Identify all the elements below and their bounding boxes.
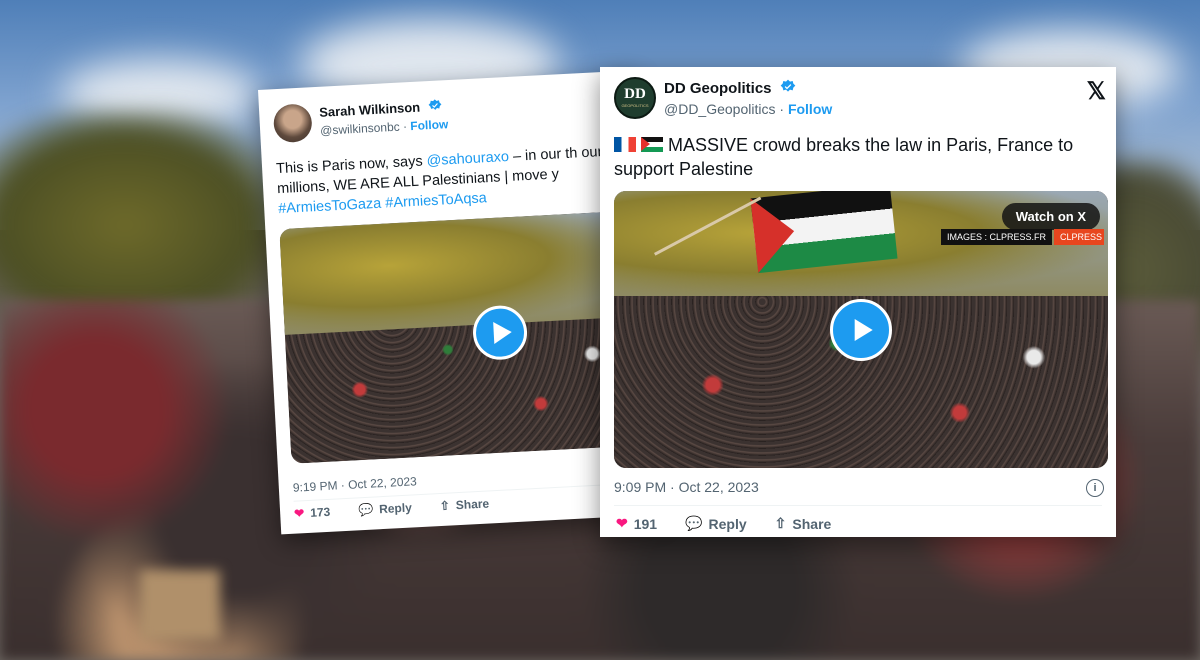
- video-thumbnail[interactable]: [279, 210, 652, 464]
- reply-icon: 💬: [685, 515, 703, 531]
- like-button[interactable]: ❤ 173: [294, 505, 331, 521]
- reply-button[interactable]: 💬 Reply: [358, 501, 412, 518]
- tweet-timestamp[interactable]: 9:09 PM · Oct 22, 2023: [614, 479, 759, 495]
- play-button[interactable]: [830, 299, 892, 361]
- reply-label: Reply: [378, 500, 413, 517]
- tweet-card-dd-geopolitics[interactable]: DD GEOPOLITICS DD Geopolitics @DD_Geopol…: [600, 67, 1116, 537]
- follow-button[interactable]: Follow: [788, 101, 832, 117]
- info-icon[interactable]: i: [1086, 479, 1104, 497]
- author-handle[interactable]: @swilkinsonbc: [320, 120, 400, 138]
- france-flag-icon: [614, 137, 636, 152]
- author-handle-row: @swilkinsonbc · Follow: [320, 117, 449, 138]
- like-button[interactable]: ❤ 191: [616, 515, 657, 532]
- image-credit: IMAGES : CLPRESS.FR: [940, 229, 1052, 245]
- hashtag-armiestogaza[interactable]: #ArmiesToGaza: [278, 196, 382, 217]
- verified-badge-icon: [780, 79, 796, 92]
- share-label: Share: [792, 515, 832, 532]
- palestine-flag-icon: [641, 137, 664, 152]
- heart-icon: ❤: [616, 515, 628, 531]
- watch-on-x-button[interactable]: Watch on X: [1001, 203, 1100, 230]
- tweet-text: MASSIVE crowd breaks the law in Paris, F…: [614, 135, 1074, 179]
- share-button[interactable]: ⇧ Share: [775, 515, 832, 532]
- x-logo-icon[interactable]: 𝕏: [1087, 77, 1106, 106]
- avatar[interactable]: DD GEOPOLITICS: [614, 77, 656, 119]
- separator: ·: [779, 101, 785, 117]
- mention-link[interactable]: @sahouraxo: [426, 149, 509, 169]
- reply-button[interactable]: 💬 Reply: [685, 515, 747, 532]
- share-button[interactable]: ⇧ Share: [439, 496, 489, 513]
- reply-label: Reply: [708, 515, 747, 532]
- author-handle[interactable]: @DD_Geopolitics: [664, 101, 775, 117]
- tweet-actions: ❤ 191 💬 Reply ⇧ Share: [616, 515, 859, 532]
- like-count: 191: [633, 515, 658, 532]
- hashtag-armiestoaqsa[interactable]: #ArmiesToAqsa: [385, 190, 487, 211]
- verified-badge-icon: [428, 99, 442, 110]
- tweet-text: This is Paris now, says @sahouraxo – in …: [275, 144, 603, 218]
- share-icon: ⇧: [439, 498, 451, 514]
- avatar-subtext: GEOPOLITICS: [621, 103, 649, 108]
- like-count: 173: [309, 504, 331, 520]
- heart-icon: ❤: [293, 506, 305, 521]
- palestine-flag-image: [750, 191, 898, 274]
- share-icon: ⇧: [774, 515, 787, 531]
- separator: ·: [402, 119, 408, 134]
- author-name[interactable]: DD Geopolitics: [664, 79, 796, 97]
- author-handle-row: @DD_Geopolitics · Follow: [664, 101, 832, 117]
- tweet-timestamp[interactable]: 9:19 PM · Oct 22, 2023: [292, 474, 417, 494]
- reply-icon: 💬: [357, 502, 374, 518]
- share-label: Share: [455, 496, 490, 513]
- avatar[interactable]: [272, 103, 313, 144]
- author-name[interactable]: Sarah Wilkinson: [319, 98, 442, 120]
- credit-logo: CLPRESS: [1054, 229, 1104, 245]
- video-thumbnail[interactable]: Watch on X IMAGES : CLPRESS.FR CLPRESS: [614, 191, 1108, 468]
- follow-button[interactable]: Follow: [410, 117, 449, 133]
- avatar-initials: DD: [624, 86, 646, 102]
